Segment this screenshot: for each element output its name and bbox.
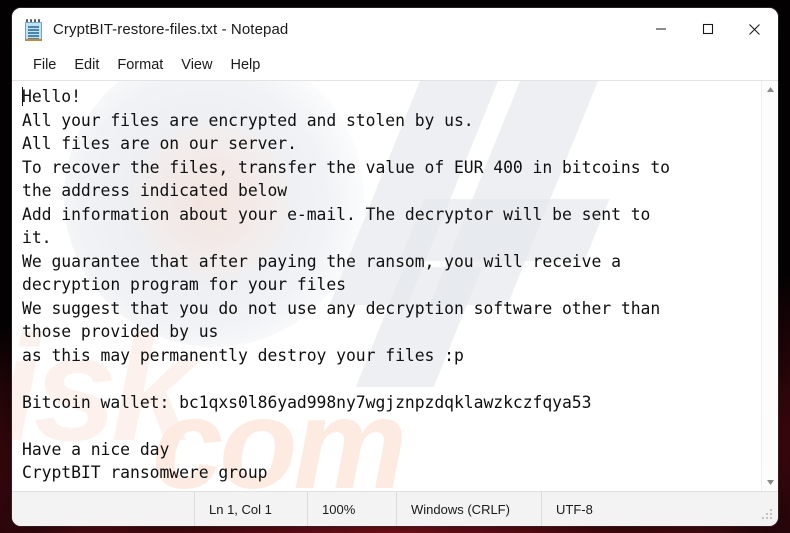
text-editor[interactable]: isk com Hello! All your files are encryp… [12,81,761,491]
menu-item-view[interactable]: View [172,54,221,76]
scroll-up-button[interactable] [762,81,778,98]
menu-item-file[interactable]: File [24,54,65,76]
notepad-icon [24,19,43,41]
desktop-background: CryptBIT-restore-files.txt - Notepad Fil… [0,0,790,533]
status-zoom-level[interactable]: 100% [308,492,396,527]
notepad-window: CryptBIT-restore-files.txt - Notepad Fil… [12,8,778,526]
status-bar-spacer [12,492,194,527]
minimize-icon [655,28,666,30]
scroll-down-button[interactable] [762,474,778,491]
close-icon [749,23,760,35]
scroll-down-icon [766,480,774,485]
title-bar[interactable]: CryptBIT-restore-files.txt - Notepad [12,8,778,50]
menu-item-edit[interactable]: Edit [65,54,108,76]
status-encoding[interactable]: UTF-8 [542,492,662,527]
status-line-ending[interactable]: Windows (CRLF) [397,492,541,527]
scroll-up-icon [766,87,774,92]
vertical-scrollbar[interactable] [761,81,778,491]
minimize-button[interactable] [637,8,684,50]
maximize-icon [702,23,713,35]
status-cursor-position[interactable]: Ln 1, Col 1 [195,492,307,527]
ransom-note-text: Hello! All your files are encrypted and … [22,87,670,482]
status-bar: Ln 1, Col 1 100% Windows (CRLF) UTF-8 [12,491,778,526]
notepad-icon-base [25,39,42,41]
notepad-icon-body [25,22,42,40]
menu-bar: File Edit Format View Help [12,50,778,81]
menu-item-format[interactable]: Format [108,54,172,76]
editor-area: isk com Hello! All your files are encryp… [12,81,778,491]
menu-item-help[interactable]: Help [221,54,269,76]
resize-grip[interactable] [761,509,774,522]
window-controls [637,8,778,50]
close-button[interactable] [731,8,778,50]
maximize-button[interactable] [684,8,731,50]
window-title: CryptBIT-restore-files.txt - Notepad [53,20,289,38]
